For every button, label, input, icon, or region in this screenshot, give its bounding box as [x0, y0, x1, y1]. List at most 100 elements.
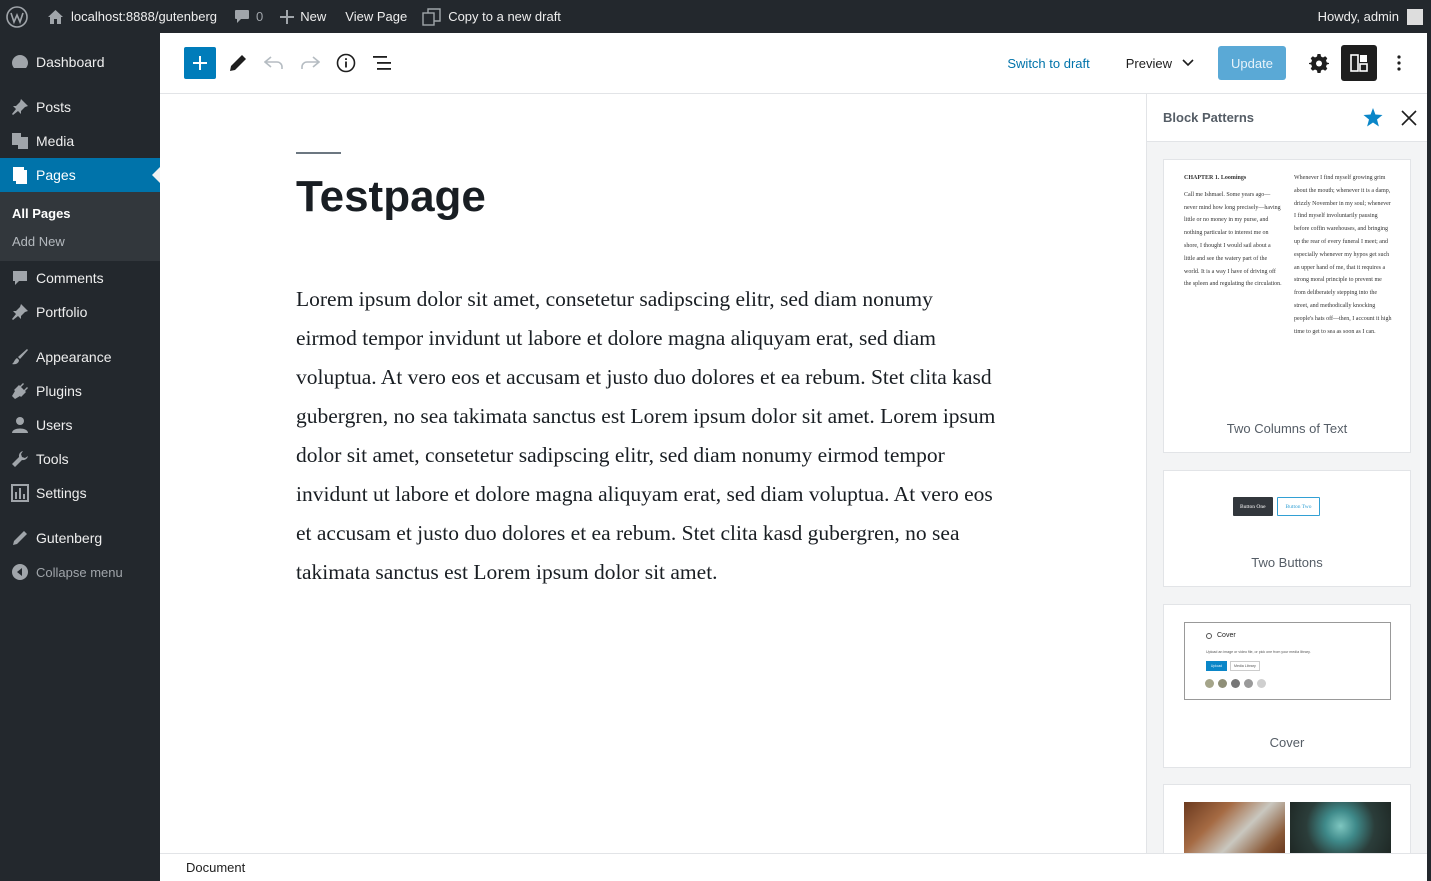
menu-label: Comments	[36, 270, 104, 286]
menu-item-gutenberg[interactable]: Gutenberg	[0, 521, 160, 555]
column-heading: CHAPTER 1. Loomings	[1184, 175, 1247, 181]
redo-icon	[301, 56, 320, 69]
wrench-icon	[10, 449, 30, 469]
cover-icon	[1206, 632, 1212, 639]
column-text: Whenever I find myself growing grim abou…	[1294, 175, 1392, 335]
pattern-preview: Button One Button Two	[1233, 497, 1321, 516]
menu-label: Users	[36, 417, 73, 433]
cover-block-title: Cover	[1217, 632, 1236, 639]
menu-label: Dashboard	[36, 54, 105, 70]
admin-sidebar: Dashboard Posts Media Pages All Pages Ad…	[0, 33, 160, 881]
pin-star-button[interactable]	[1355, 100, 1391, 136]
separator-block[interactable]	[296, 152, 341, 154]
menu-item-appearance[interactable]: Appearance	[0, 340, 160, 374]
pattern-label: Two Buttons	[1251, 555, 1323, 570]
menu-label: Tools	[36, 451, 69, 467]
submenu-item-all-pages[interactable]: All Pages	[0, 199, 160, 227]
settings-button[interactable]	[1301, 45, 1337, 81]
pushpin-icon	[10, 302, 30, 322]
admin-bar: localhost:8888/gutenberg 0 New View Page…	[0, 0, 1431, 33]
collapse-menu-button[interactable]: Collapse menu	[0, 555, 160, 589]
menu-label: Portfolio	[36, 304, 88, 320]
more-options-button[interactable]	[1381, 45, 1417, 81]
post-title[interactable]: Testpage	[296, 172, 486, 222]
panel-header: Block Patterns	[1147, 94, 1427, 142]
comments-link[interactable]: 0	[224, 0, 270, 33]
view-page-link[interactable]: View Page	[333, 0, 414, 33]
plus-icon	[280, 9, 295, 24]
kebab-menu-icon	[1397, 55, 1401, 71]
menu-item-dashboard[interactable]: Dashboard	[0, 45, 160, 79]
pattern-images[interactable]	[1163, 784, 1411, 853]
comment-bubble-icon	[234, 9, 250, 24]
pattern-two-buttons[interactable]: Button One Button Two Two Buttons	[1163, 470, 1411, 587]
my-account-link[interactable]: Howdy, admin	[1311, 0, 1431, 33]
pattern-cover[interactable]: Cover Upload an image or video file, or …	[1163, 604, 1411, 768]
close-icon	[1401, 109, 1417, 126]
menu-item-plugins[interactable]: Plugins	[0, 374, 160, 408]
media-icon	[10, 131, 30, 151]
paragraph-block[interactable]: Lorem ipsum dolor sit amet, consetetur s…	[296, 280, 996, 592]
plug-icon	[10, 381, 30, 401]
redo-button[interactable]	[292, 45, 328, 81]
pattern-column-left: CHAPTER 1. Loomings Call me Ishmael. Som…	[1184, 172, 1282, 338]
panel-actions	[1355, 100, 1427, 136]
block-patterns-toggle[interactable]	[1341, 45, 1377, 81]
duplicate-icon	[422, 7, 442, 26]
site-name-link[interactable]: localhost:8888/gutenberg	[35, 0, 224, 33]
pattern-column-right: Whenever I find myself growing grim abou…	[1294, 172, 1392, 338]
cover-media-library-button: Media Library	[1230, 661, 1260, 671]
paintbrush-icon	[10, 347, 30, 367]
pattern-preview: Cover Upload an image or video file, or …	[1184, 622, 1391, 700]
tools-button[interactable]	[220, 45, 256, 81]
close-panel-button[interactable]	[1391, 100, 1427, 136]
preview-dropdown[interactable]: Preview	[1108, 56, 1204, 71]
menu-item-comments[interactable]: Comments	[0, 261, 160, 295]
menu-item-media[interactable]: Media	[0, 124, 160, 158]
pattern-label: Cover	[1269, 735, 1305, 750]
pattern-two-columns[interactable]: CHAPTER 1. Loomings Call me Ishmael. Som…	[1163, 159, 1411, 453]
view-page-label: View Page	[345, 9, 408, 24]
comment-icon	[10, 268, 30, 288]
menu-label: Collapse menu	[36, 564, 123, 580]
header-settings: Switch to draft Preview Update	[989, 33, 1427, 94]
menu-item-portfolio[interactable]: Portfolio	[0, 295, 160, 329]
menu-item-settings[interactable]: Settings	[0, 476, 160, 510]
content-info-button[interactable]	[328, 45, 364, 81]
pencil-icon	[230, 55, 246, 71]
copy-to-draft-link[interactable]: Copy to a new draft	[414, 0, 568, 33]
menu-item-users[interactable]: Users	[0, 408, 160, 442]
menu-item-posts[interactable]: Posts	[0, 90, 160, 124]
settings-sliders-icon	[10, 483, 30, 503]
menu-item-tools[interactable]: Tools	[0, 442, 160, 476]
pages-submenu: All Pages Add New	[0, 192, 160, 261]
wordpress-logo-icon[interactable]	[0, 0, 35, 33]
switch-to-draft-button[interactable]: Switch to draft	[989, 56, 1107, 71]
list-view-icon	[373, 56, 391, 70]
undo-button[interactable]	[256, 45, 292, 81]
dashboard-gauge-icon	[10, 52, 30, 72]
collapse-arrow-icon	[10, 562, 30, 582]
menu-item-pages[interactable]: Pages	[0, 158, 160, 192]
avatar	[1407, 8, 1423, 25]
block-navigation-button[interactable]	[364, 45, 400, 81]
preview-button-two: Button Two	[1276, 497, 1321, 516]
breadcrumb-document[interactable]: Document	[186, 860, 245, 875]
submenu-item-add-new[interactable]: Add New	[0, 227, 160, 255]
new-content-link[interactable]: New	[270, 0, 333, 33]
editor-canvas: Testpage Lorem ipsum dolor sit amet, con…	[160, 94, 1146, 853]
color-swatch	[1218, 679, 1227, 688]
undo-icon	[264, 56, 283, 69]
color-swatches	[1205, 679, 1270, 688]
add-block-button[interactable]	[184, 47, 216, 79]
color-swatch	[1257, 679, 1266, 688]
menu-label: Media	[36, 133, 75, 149]
menu-label: Appearance	[36, 349, 112, 365]
menu-label: Plugins	[36, 383, 82, 399]
update-button[interactable]: Update	[1218, 46, 1286, 80]
menu-label: Settings	[36, 485, 87, 501]
home-icon	[47, 9, 64, 25]
menu-label: Pages	[36, 167, 76, 183]
editor-header-toolbar: Switch to draft Preview Update	[160, 33, 1427, 94]
pattern-preview: CHAPTER 1. Loomings Call me Ishmael. Som…	[1184, 172, 1392, 338]
